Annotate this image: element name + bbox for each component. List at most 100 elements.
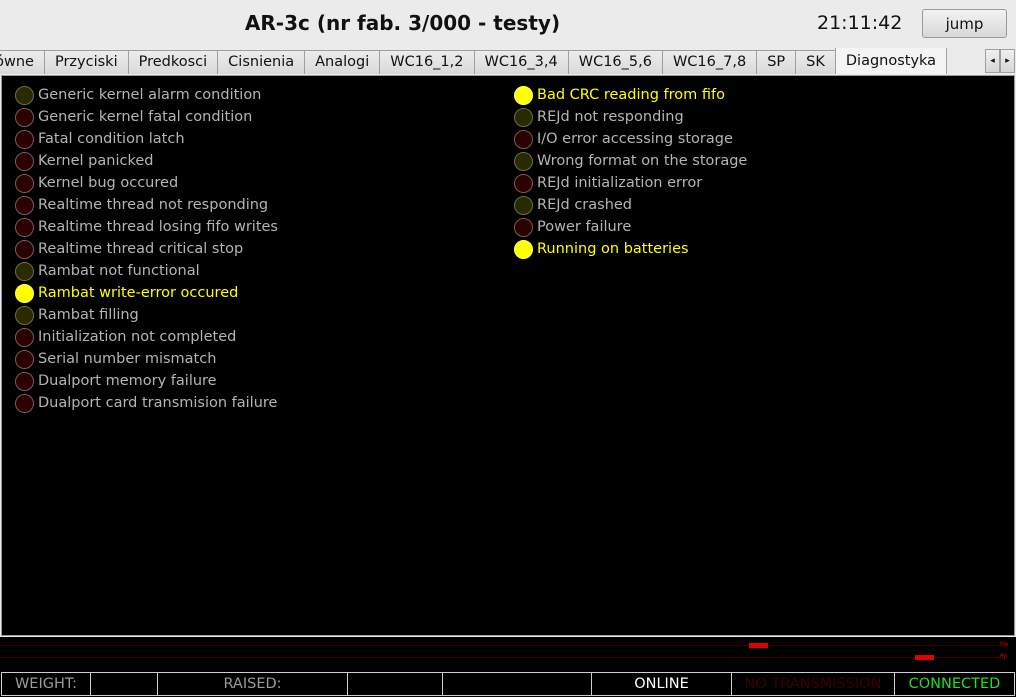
diagnostic-label: Power failure	[537, 219, 632, 235]
diagnostics-column-left: Generic kernel alarm condition Generic ke…	[15, 84, 278, 414]
tab-wc16-7-8[interactable]: WC16_7,8	[661, 50, 758, 74]
status-led-icon	[15, 283, 34, 303]
tab-list: łównePrzyciskiPredkosciCisnieniaAnalogiW…	[0, 48, 948, 74]
diagnostic-item: REJd not responding	[514, 106, 747, 128]
jump-button[interactable]: jump	[922, 9, 1007, 38]
status-led-icon	[514, 173, 533, 193]
diagnostic-label: Realtime thread losing fifo writes	[38, 219, 278, 235]
diagnostic-item: Generic kernel fatal condition	[15, 106, 278, 128]
diagnostic-label: Wrong format on the storage	[537, 153, 748, 169]
diagnostic-item: Initialization not completed	[15, 326, 278, 348]
status-led-icon	[15, 217, 34, 237]
tab-cisnienia[interactable]: Cisnienia	[217, 50, 306, 74]
status-led-icon	[514, 129, 533, 149]
diagnostic-label: Realtime thread not responding	[38, 197, 269, 213]
status-led-icon	[15, 151, 34, 171]
status-led-icon	[514, 151, 533, 171]
diagnostic-item: Kernel panicked	[15, 150, 278, 172]
diagnostic-label: Dualport memory failure	[38, 373, 217, 389]
diagnostic-label: REJd not responding	[537, 109, 684, 125]
tab-scroll-left-button[interactable]: ◂	[985, 49, 1000, 73]
status-led-icon	[15, 107, 34, 127]
diagnostic-label: Serial number mismatch	[38, 351, 217, 367]
status-led-icon	[15, 85, 34, 105]
arrow-right-icon: ▸	[1005, 56, 1010, 66]
diagnostic-item: Realtime thread not responding	[15, 194, 278, 216]
diagnostic-label: Bad CRC reading from fifo	[537, 87, 726, 103]
diagnostic-item: Rambat not functional	[15, 260, 278, 282]
diagnostic-label: Running on batteries	[537, 241, 689, 257]
diagnostic-label: Realtime thread critical stop	[38, 241, 244, 257]
diagnostic-item: Dualport card transmision failure	[15, 392, 278, 414]
status-led-icon	[15, 261, 34, 281]
diagnostic-item: REJd crashed	[514, 194, 747, 216]
diagnostic-label: Rambat write-error occured	[38, 285, 239, 301]
status-led-icon	[15, 327, 34, 347]
online-status: ONLINE	[591, 672, 732, 696]
diagnostic-item: REJd initialization error	[514, 172, 747, 194]
status-led-icon	[15, 195, 34, 215]
diagnostic-item: Wrong format on the storage	[514, 150, 747, 172]
status-led-icon	[15, 371, 34, 391]
status-led-icon	[15, 393, 34, 413]
status-led-icon	[514, 217, 533, 237]
diagnostic-item: Kernel bug occured	[15, 172, 278, 194]
tab-wc16-5-6[interactable]: WC16_5,6	[567, 50, 663, 74]
header: AR-3c (nr fab. 3/000 - testy) 21:11:42 j…	[0, 0, 1016, 46]
tab-scroll-right-button[interactable]: ▸	[1000, 49, 1015, 73]
tab-wc16-1-2[interactable]: WC16_1,2	[379, 50, 475, 74]
tab-analogi[interactable]: Analogi	[304, 50, 381, 74]
connection-status: CONNECTED	[894, 672, 1015, 696]
diagnostic-label: Generic kernel fatal condition	[38, 109, 253, 125]
status-led-icon	[514, 107, 533, 127]
diagnostic-item: I/O error accessing storage	[514, 128, 747, 150]
diagnostic-item: Running on batteries	[514, 238, 747, 260]
diagnostic-label: REJd crashed	[537, 197, 633, 213]
diagnostics-column-right: Bad CRC reading from fifo REJd not respon…	[514, 84, 747, 260]
diagnostic-label: Rambat filling	[38, 307, 139, 323]
status-led-icon	[15, 239, 34, 259]
diagnostic-label: REJd initialization error	[537, 175, 703, 191]
diagnostic-item: Realtime thread losing fifo writes	[15, 216, 278, 238]
diagnostics-panel: Generic kernel alarm condition Generic ke…	[1, 75, 1015, 636]
tab--wne[interactable]: łówne	[0, 50, 45, 74]
transmission-status: NO TRANSMISSION	[731, 672, 895, 696]
tab-przyciski[interactable]: Przyciski	[43, 50, 129, 74]
diagnostic-item: Power failure	[514, 216, 747, 238]
diagnostic-item: Rambat write-error occured	[15, 282, 278, 304]
tab-bar: łównePrzyciskiPredkosciCisnieniaAnalogiW…	[0, 48, 1016, 75]
status-led-icon	[15, 349, 34, 369]
status-blank	[442, 672, 592, 696]
graph-label-top: Pw	[1000, 641, 1009, 648]
diagnostic-item: Dualport memory failure	[15, 370, 278, 392]
diagnostic-label: I/O error accessing storage	[537, 131, 733, 147]
status-led-icon	[15, 173, 34, 193]
arrow-left-icon: ◂	[990, 56, 995, 66]
diagnostic-label: Rambat not functional	[38, 263, 200, 279]
graph-line-bottom	[0, 657, 1000, 658]
diagnostic-label: Initialization not completed	[38, 329, 237, 345]
graph-line-top	[0, 645, 1000, 646]
raised-value	[347, 672, 443, 696]
tab-wc16-3-4[interactable]: WC16_3,4	[473, 50, 569, 74]
status-led-icon	[15, 305, 34, 325]
tab-predkosci[interactable]: Predkosci	[127, 50, 219, 74]
status-led-icon	[514, 239, 533, 259]
diagnostic-item: Rambat filling	[15, 304, 278, 326]
diagnostic-item: Fatal condition latch	[15, 128, 278, 150]
diagnostic-label: Dualport card transmision failure	[38, 395, 278, 411]
diagnostic-item: Generic kernel alarm condition	[15, 84, 278, 106]
diagnostic-item: Realtime thread critical stop	[15, 238, 278, 260]
clock: 21:11:42	[817, 12, 903, 34]
tab-diagnostyka[interactable]: Diagnostyka	[834, 48, 948, 74]
diagnostic-item: Bad CRC reading from fifo	[514, 84, 747, 106]
raised-label: RAISED:	[157, 672, 348, 696]
diagnostic-item: Serial number mismatch	[15, 348, 278, 370]
tab-sp[interactable]: SP	[756, 50, 797, 74]
status-led-icon	[15, 129, 34, 149]
status-led-icon	[514, 85, 533, 105]
weight-value	[90, 672, 158, 696]
graph-marker-top	[749, 643, 768, 648]
tab-sk[interactable]: SK	[795, 50, 836, 74]
graph-label-bottom: Pp	[1000, 653, 1008, 660]
